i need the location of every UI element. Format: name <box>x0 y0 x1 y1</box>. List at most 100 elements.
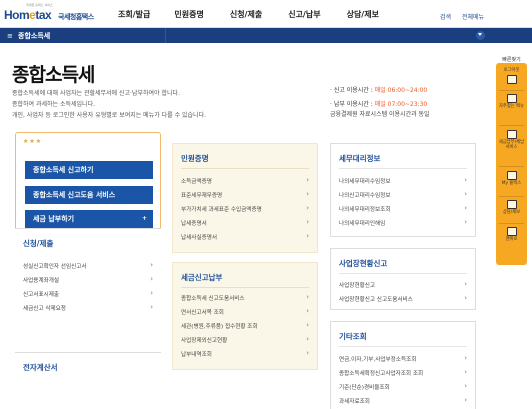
home-icon <box>506 227 517 236</box>
quick-logout[interactable]: 로그아웃 <box>498 68 525 85</box>
menu-apply[interactable]: 신청/제출 <box>230 9 262 20</box>
list-item[interactable]: 소득금액증명 › <box>181 176 309 185</box>
list-item[interactable]: 납세사실증명서 › <box>181 232 309 241</box>
section-biz-status: 사업장현황신고 사업장현황신고 › 사업장현황신고 신고도움서비스 › <box>330 248 476 310</box>
file-tax-return-button[interactable]: 종합소득세 신고하기 <box>25 161 153 179</box>
section-einvoice: 전자계산서 <box>15 352 161 409</box>
sub-navigation-bar: ≡ 종합소득세 <box>0 28 532 43</box>
section-apply: 신청/제출 성실신고확인자 선임신고서 › 사업용계좌개설 › 신고서표시제출 › 세… <box>15 228 161 340</box>
chevron-right-icon: › <box>464 354 467 362</box>
tax-help-service-button[interactable]: 종합소득세 신고도움 서비스 <box>25 186 153 204</box>
chevron-right-icon: › <box>150 303 153 311</box>
chevron-right-icon: › <box>306 218 309 226</box>
section-title: 민원증명 <box>181 154 209 163</box>
list-item[interactable]: 부가가치세 과세표준 수입금액증명 › <box>181 204 309 213</box>
chevron-right-icon: › <box>306 204 309 212</box>
list-item[interactable]: 사업용계좌개설 › <box>23 275 153 284</box>
section-tax-agent: 세무대리정보 나의세무대리수임정보 › 나의신고대리수임정보 › 나의세무대리정보조… <box>330 143 476 237</box>
menu-inquiry[interactable]: 조회/발급 <box>118 9 150 20</box>
section-title: 사업장현황신고 <box>339 259 388 268</box>
divider <box>165 28 166 43</box>
list-item[interactable]: 종합소득세 신고도움서비스 › <box>181 293 309 302</box>
list-item[interactable]: 납세증명서 › <box>181 218 309 227</box>
menu-consult[interactable]: 상담/제보 <box>347 9 379 20</box>
list-item[interactable]: 사업장제외신고현황 › <box>181 335 309 344</box>
main-menu: 조회/발급 민원증명 신청/제출 신고/납부 상담/제보 <box>118 9 405 20</box>
star-icon <box>506 94 517 103</box>
chevron-right-icon: › <box>306 307 309 315</box>
chevron-right-icon: › <box>306 321 309 329</box>
service-hours-notice: · 신고 이용시간 : 매일 06:00~24:00 · 납부 이용시간 : 매… <box>330 87 430 118</box>
quickbar-title: 빠른찾기 <box>502 57 521 63</box>
chevron-right-icon: › <box>464 368 467 376</box>
list-item[interactable]: 세관(병원,주류품) 접수현황 조회 › <box>181 321 309 330</box>
logout-icon <box>506 75 517 84</box>
chevron-right-icon: › <box>306 293 309 301</box>
section-title: 세무대리정보 <box>339 154 381 163</box>
chevron-right-icon: › <box>464 280 467 288</box>
list-item[interactable]: 연서신고서목 조회 › <box>181 307 309 316</box>
hometax-logo[interactable]: 국세청 홈택스 서비스 Hometax 국세청홈택스 <box>4 3 94 25</box>
section-title: 전자계산서 <box>23 363 58 372</box>
chevron-right-icon: › <box>150 289 153 297</box>
list-item[interactable]: 세금신고 삭제요청 › <box>23 303 153 312</box>
subbar-title[interactable]: 종합소득세 <box>18 31 50 41</box>
chevron-right-icon: › <box>464 382 467 390</box>
chevron-down-icon[interactable] <box>476 31 485 40</box>
pay-tax-button[interactable]: 세금 납부하기 + <box>25 210 153 228</box>
chevron-right-icon: › <box>464 176 467 184</box>
quick-scroll-top[interactable]: 맨위로 <box>498 227 525 242</box>
list-item[interactable]: 과세자료조회 › <box>339 396 467 405</box>
user-icon <box>506 171 517 180</box>
section-civil: 민원증명 소득금액증명 › 표준세무재무증명 › 부가가치세 과세표준 수입금액증명… <box>172 143 318 253</box>
quick-my-hometax[interactable]: My 홈택스 <box>498 171 525 186</box>
quick-tax-payment[interactable]: 세금납부/체납 서비스 <box>498 130 525 150</box>
list-item[interactable]: 종합소득세확정신고사업자조회 조회 › <box>339 368 467 377</box>
list-item[interactable]: 신고서표시제출 › <box>23 289 153 298</box>
list-item[interactable]: 사업장현황신고 › <box>339 280 467 289</box>
search-link[interactable]: 검색 <box>440 12 451 21</box>
section-other: 기타조회 연금,이자,기부,사업부정소득조회 › 종합소득세확정신고사업자조회 조… <box>330 321 476 409</box>
top-header: 국세청 홈택스 서비스 Hometax 국세청홈택스 조회/발급 민원증명 신청… <box>0 0 532 28</box>
menu-report[interactable]: 신고/납부 <box>288 9 320 20</box>
chat-icon <box>506 200 517 209</box>
menu-civil[interactable]: 민원증명 <box>174 9 203 20</box>
chevron-right-icon: › <box>306 349 309 357</box>
section-title: 세금신고납부 <box>181 273 223 282</box>
chevron-right-icon: › <box>464 218 467 226</box>
chevron-right-icon: › <box>464 204 467 212</box>
page-title: 종합소득세 <box>12 64 95 86</box>
logo-subtitle: 국세청 홈택스 서비스 <box>26 3 53 7</box>
list-item[interactable]: 납부내역조회 › <box>181 349 309 358</box>
list-item[interactable]: 나의세무대리인해임 › <box>339 218 467 227</box>
star-icon: ★★★ <box>23 138 43 145</box>
chevron-right-icon: › <box>150 275 153 283</box>
list-item[interactable]: 나의세무대리수임정보 › <box>339 176 467 185</box>
hamburger-icon[interactable]: ≡ <box>7 32 13 40</box>
chevron-right-icon: › <box>464 396 467 404</box>
list-item[interactable]: 표준세무재무증명 › <box>181 190 309 199</box>
chevron-right-icon: › <box>306 232 309 240</box>
wallet-icon <box>506 130 517 139</box>
chevron-right-icon: › <box>464 190 467 198</box>
logo-korean: 국세청홈택스 <box>58 13 94 21</box>
chevron-right-icon: › <box>306 335 309 343</box>
page-description: 종합소득세에 대해 사업자는 관할세무서에 신고·납부하여야 합니다. 종합하여… <box>12 90 207 119</box>
list-item[interactable]: 사업장현황신고 신고도움서비스 › <box>339 294 467 303</box>
logo-wordmark: Hometax <box>4 8 52 22</box>
chevron-right-icon: › <box>464 294 467 302</box>
all-menu-link[interactable]: 전체메뉴 <box>462 12 484 21</box>
quick-action-card: ★★★ 종합소득세 신고하기 종합소득세 신고도움 서비스 세금 납부하기 + <box>15 132 161 233</box>
list-item[interactable]: 성실신고확인자 선임신고서 › <box>23 261 153 270</box>
section-title: 기타조회 <box>339 332 367 341</box>
chevron-right-icon: › <box>306 176 309 184</box>
list-item[interactable]: 기준(단순)경비율조회 › <box>339 382 467 391</box>
list-item[interactable]: 연금,이자,기부,사업부정소득조회 › <box>339 354 467 363</box>
quick-favorites[interactable]: 자주찾는 메뉴 <box>498 94 525 109</box>
list-item[interactable]: 나의신고대리수임정보 › <box>339 190 467 199</box>
list-item[interactable]: 나의세무대리정보조회 › <box>339 204 467 213</box>
chevron-right-icon: › <box>306 190 309 198</box>
chevron-right-icon: › <box>150 261 153 269</box>
section-tax-help: 세금신고납부 종합소득세 신고도움서비스 › 연서신고서목 조회 › 세관(병원,주… <box>172 262 318 370</box>
quick-consult[interactable]: 상담/제보 <box>498 200 525 215</box>
